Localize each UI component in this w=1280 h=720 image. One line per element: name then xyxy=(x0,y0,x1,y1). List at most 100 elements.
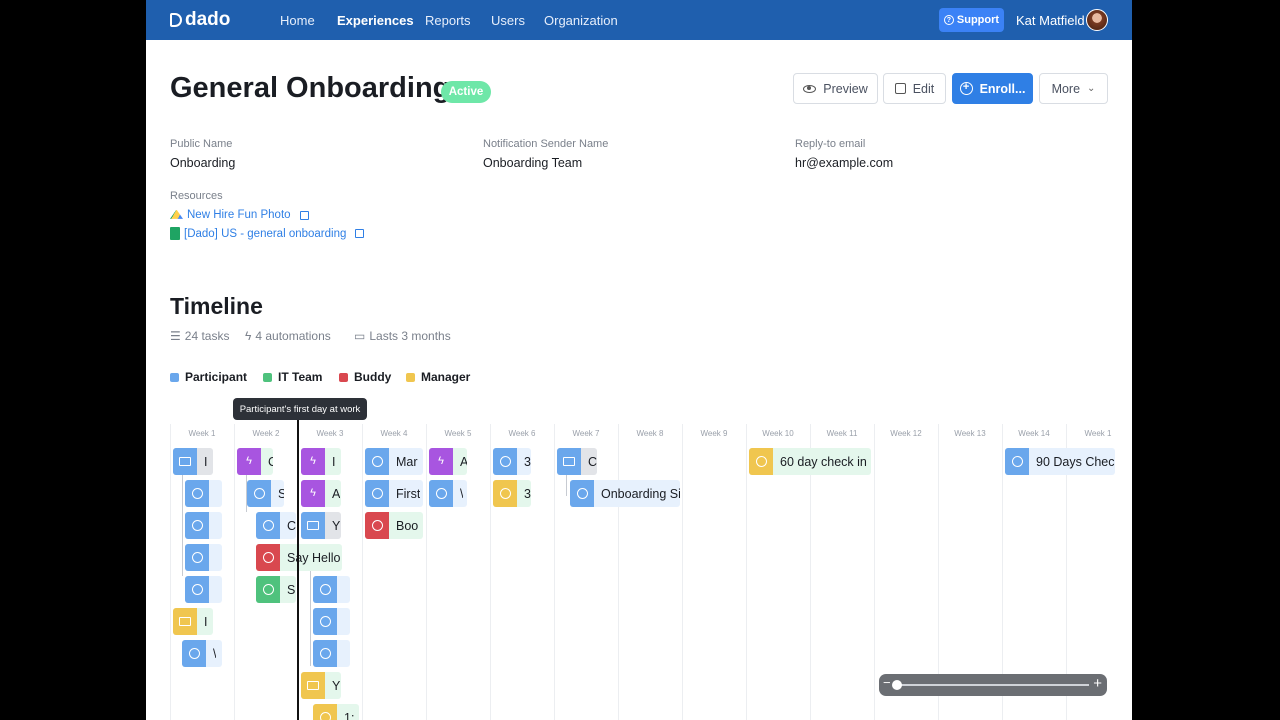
nav-home[interactable]: Home xyxy=(280,13,315,28)
preview-label: Preview xyxy=(823,81,868,96)
timeline-task[interactable]: \ xyxy=(182,640,222,667)
task-label: C xyxy=(268,454,273,469)
external-link-icon xyxy=(355,229,365,238)
week-column-divider xyxy=(554,424,555,720)
timeline-task[interactable]: S xyxy=(247,480,284,507)
task-label: 60 day check in xyxy=(780,454,867,469)
timeline-task[interactable]: Boo xyxy=(365,512,423,539)
timeline-task[interactable] xyxy=(185,480,222,507)
preview-button[interactable]: Preview xyxy=(793,73,878,104)
check-circle-icon xyxy=(365,480,389,507)
resource-link-photo[interactable]: New Hire Fun Photo xyxy=(170,209,309,221)
timeline-task[interactable]: Onboarding Si xyxy=(570,480,680,507)
enroll-button[interactable]: + Enroll... xyxy=(952,73,1033,104)
zoom-in-icon[interactable]: + xyxy=(1093,675,1102,692)
resource-label: [Dado] US - general onboarding xyxy=(184,227,347,240)
task-label: \ xyxy=(460,486,464,501)
check-circle-icon xyxy=(313,576,337,603)
task-label: C xyxy=(588,454,597,469)
timeline-task[interactable]: ϟA xyxy=(429,448,467,475)
timeline-task[interactable] xyxy=(185,576,222,603)
nav-reports[interactable]: Reports xyxy=(425,13,471,28)
task-label: First xyxy=(396,486,421,501)
timeline-task[interactable]: Say Hello xyxy=(256,544,342,571)
tasks-count-label: 24 tasks xyxy=(184,329,230,343)
zoom-knob[interactable] xyxy=(892,680,902,690)
timeline-task[interactable]: S xyxy=(256,576,296,603)
week-column-divider xyxy=(746,424,747,720)
edit-label: Edit xyxy=(912,81,935,96)
nav-experiences[interactable]: Experiences xyxy=(337,13,414,28)
timeline-task[interactable]: First xyxy=(365,480,423,507)
chevron-down-icon: ⌄ xyxy=(1087,83,1096,94)
lightning-icon: ϟ xyxy=(301,480,325,507)
week-column-divider xyxy=(170,424,171,720)
timeline-task[interactable]: ϟC xyxy=(237,448,273,475)
timeline-task[interactable]: 3 xyxy=(493,480,531,507)
timeline-task[interactable]: Mar xyxy=(365,448,423,475)
duration: ▭ Lasts 3 months xyxy=(354,329,451,343)
timeline-task[interactable]: I xyxy=(173,448,213,475)
timeline-task[interactable]: 60 day check in xyxy=(749,448,871,475)
legend-swatch xyxy=(339,372,348,382)
timeline-task[interactable]: I xyxy=(173,608,213,635)
automations-count: ϟ4 automations xyxy=(245,329,331,343)
timeline-task[interactable]: ϟI xyxy=(301,448,341,475)
legend-label: IT Team xyxy=(278,370,323,384)
edit-icon xyxy=(894,83,906,94)
task-label: Y xyxy=(332,518,341,533)
avatar[interactable] xyxy=(1086,9,1108,31)
timeline-task[interactable]: Y xyxy=(301,512,341,539)
timeline-task[interactable] xyxy=(185,544,222,571)
check-circle-icon xyxy=(185,480,209,507)
automations-label: 4 automations xyxy=(255,329,331,343)
timeline-task[interactable] xyxy=(313,576,350,603)
top-nav: dado Home Experiences Reports Users Orga… xyxy=(146,0,1132,40)
check-circle-icon xyxy=(256,576,280,603)
task-label: 90 Days Chec xyxy=(1036,454,1115,469)
task-label: Onboarding Si xyxy=(601,486,680,501)
sender-label: Notification Sender Name xyxy=(483,138,609,150)
check-circle-icon xyxy=(313,640,337,667)
week-label: Week 9 xyxy=(700,429,728,438)
duration-label: Lasts 3 months xyxy=(369,329,451,343)
timeline-task[interactable]: Y xyxy=(301,672,341,699)
zoom-track[interactable] xyxy=(897,684,1089,686)
week-label: Week 7 xyxy=(572,429,600,438)
support-button[interactable]: ? Support xyxy=(939,8,1004,32)
week-label: Week 10 xyxy=(762,429,794,438)
brand-logo[interactable]: dado xyxy=(170,9,230,31)
timeline-task[interactable] xyxy=(185,512,222,539)
timeline-task[interactable] xyxy=(313,608,350,635)
app-window: dado Home Experiences Reports Users Orga… xyxy=(146,0,1132,720)
timeline-task[interactable]: \ xyxy=(429,480,467,507)
timeline-task[interactable] xyxy=(313,640,350,667)
resource-label: New Hire Fun Photo xyxy=(187,209,291,221)
user-name[interactable]: Kat Matfield xyxy=(1016,13,1085,28)
more-button[interactable]: More ⌄ xyxy=(1039,73,1108,104)
timeline-task[interactable]: 1: xyxy=(313,704,359,720)
lightning-icon: ϟ xyxy=(245,329,252,343)
resource-link-sheet[interactable]: [Dado] US - general onboarding xyxy=(170,227,365,240)
week-label: Week 2 xyxy=(252,429,280,438)
timeline-task[interactable]: ϟA xyxy=(301,480,341,507)
timeline-task[interactable]: C xyxy=(256,512,296,539)
timeline-task[interactable]: 3 xyxy=(493,448,531,475)
check-circle-icon xyxy=(429,480,453,507)
calendar-icon: ▭ xyxy=(354,329,366,343)
zoom-out-icon[interactable]: − xyxy=(883,675,891,690)
check-circle-icon xyxy=(313,608,337,635)
google-drive-icon xyxy=(170,209,183,219)
zoom-slider[interactable]: − + xyxy=(879,674,1107,696)
timeline-task[interactable]: C xyxy=(557,448,597,475)
nav-users[interactable]: Users xyxy=(491,13,525,28)
task-label: Y xyxy=(332,678,341,693)
task-connector xyxy=(182,474,183,576)
nav-organization[interactable]: Organization xyxy=(544,13,618,28)
eye-icon xyxy=(803,84,817,93)
task-label: Mar xyxy=(396,454,418,469)
timeline-task[interactable]: 90 Days Chec xyxy=(1005,448,1115,475)
edit-button[interactable]: Edit xyxy=(883,73,946,104)
week-label: Week 13 xyxy=(954,429,986,438)
task-label: C xyxy=(287,518,296,533)
